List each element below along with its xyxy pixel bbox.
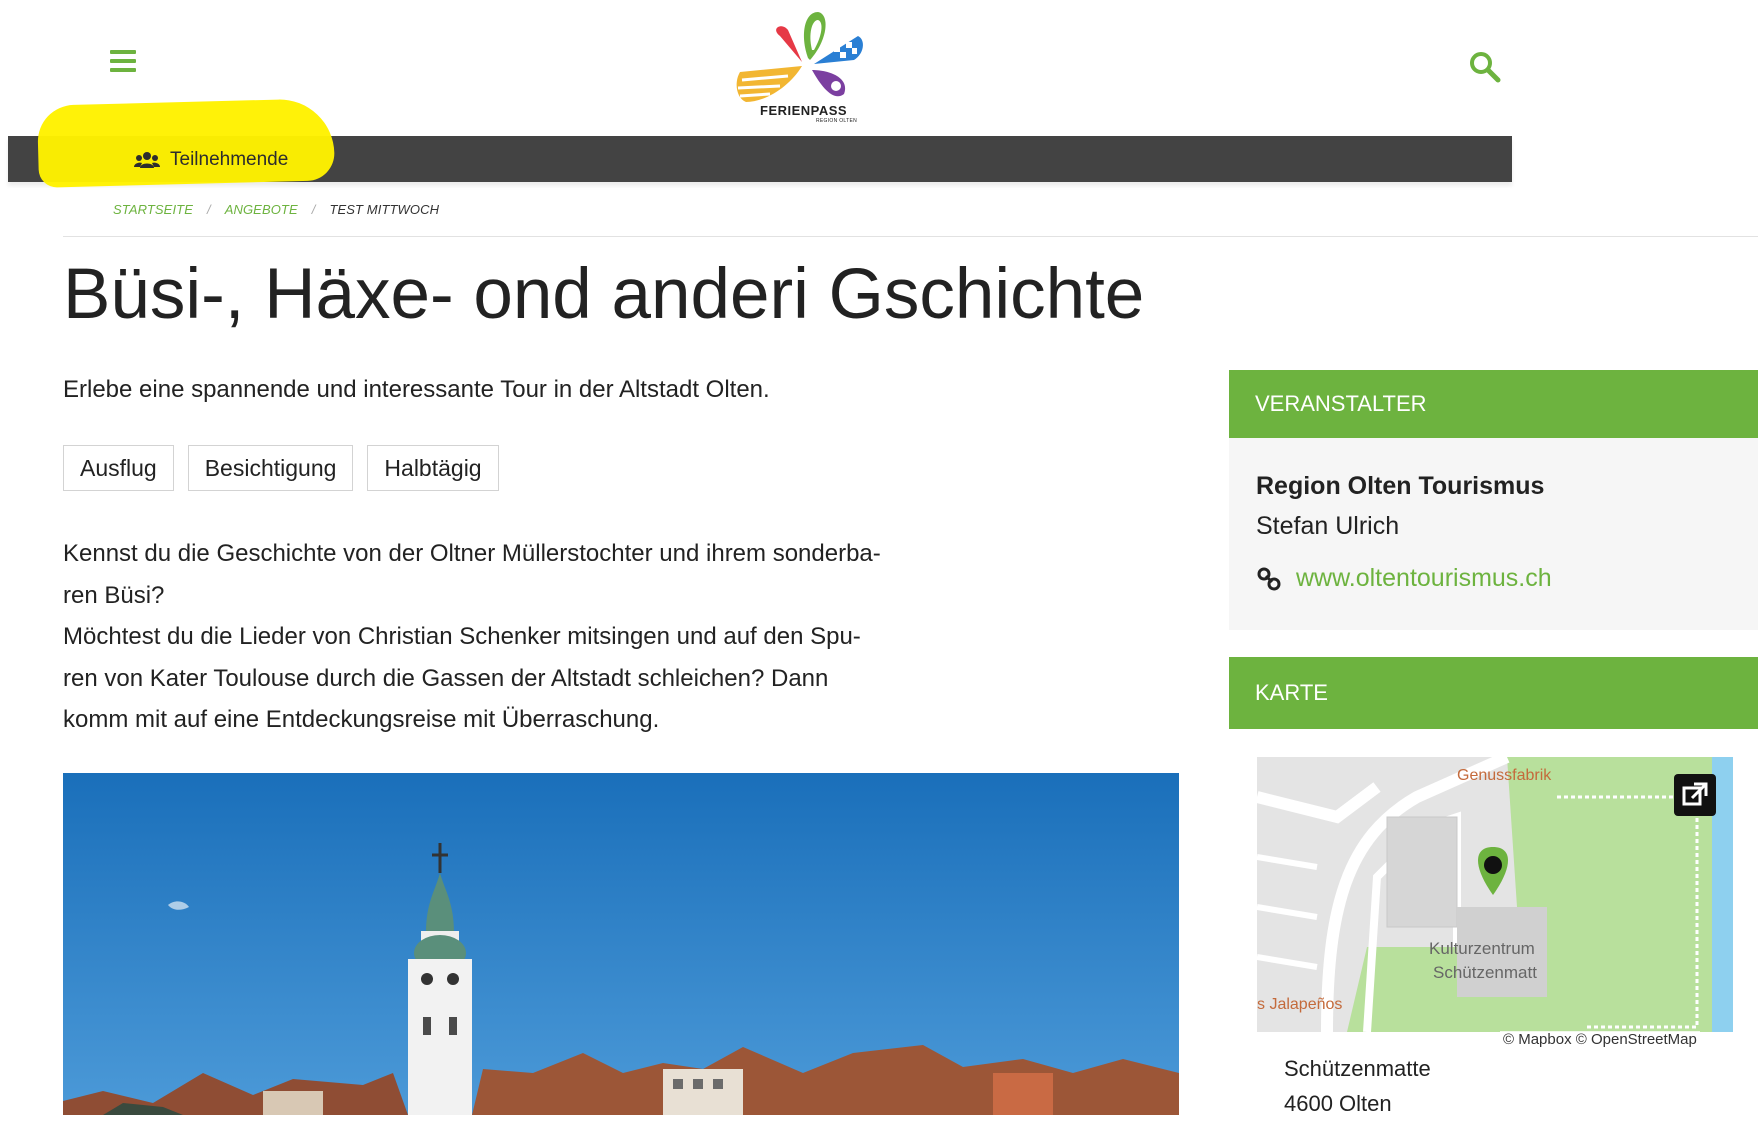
breadcrumb-home[interactable]: STARTSEITE: [113, 202, 193, 217]
tag-besichtigung[interactable]: Besichtigung: [187, 445, 354, 491]
organizer-heading: VERANSTALTER: [1229, 370, 1758, 438]
address-line-1: Schützenmatte: [1284, 1056, 1431, 1081]
map-heading: KARTE: [1229, 657, 1758, 729]
offer-description: Kennst du die Geschichte von der Oltner …: [63, 533, 1013, 741]
divider: [63, 236, 1758, 237]
breadcrumb-separator: /: [206, 202, 211, 217]
organizer-website-link[interactable]: www.oltentourismus.ch: [1256, 564, 1552, 593]
offer-hero-image: [63, 773, 1179, 1115]
logo-subtext: REGION OLTEN: [816, 118, 858, 124]
users-icon: [134, 152, 160, 168]
description-line: komm mit auf eine Entdeckungsreise mit Ü…: [63, 706, 660, 733]
nav-item-participants[interactable]: Teilnehmende: [134, 148, 288, 172]
address-line-2: 4600 Olten: [1284, 1091, 1392, 1116]
location-map[interactable]: Genussfabrik Kulturzentrum Schützenmatt …: [1257, 757, 1733, 1032]
tag-ausflug[interactable]: Ausflug: [63, 445, 174, 491]
nav-item-label: Teilnehmende: [170, 149, 289, 170]
menu-button[interactable]: [110, 50, 140, 76]
description-line: Möchtest du die Lieder von Christian Sch…: [63, 623, 861, 650]
description-line: ren Büsi?: [63, 581, 165, 609]
organizer-website: www.oltentourismus.ch: [1296, 564, 1552, 592]
menu-line: [110, 68, 136, 72]
map-label: Genussfabrik: [1457, 767, 1552, 784]
link-icon: [1257, 567, 1281, 590]
map-label: Kulturzentrum: [1429, 939, 1535, 958]
map-label: Schützenmatt: [1433, 963, 1537, 982]
offer-lead: Erlebe eine spannende und interessante T…: [63, 376, 770, 403]
tag-halbtaegig[interactable]: Halbtägig: [367, 445, 499, 491]
map-label: s Jalapeños: [1257, 996, 1342, 1013]
breadcrumb-offers[interactable]: ANGEBOTE: [225, 202, 298, 217]
map-attribution[interactable]: © Mapbox © OpenStreetMap: [1500, 1031, 1700, 1048]
breadcrumb: STARTSEITE / ANGEBOTE / TEST MITTWOCH: [113, 202, 439, 217]
tag-list: Ausflug Besichtigung Halbtägig: [63, 445, 499, 491]
organizer-contact: Stefan Ulrich: [1256, 512, 1400, 540]
description-line: ren von Kater Toulouse durch die Gassen …: [63, 664, 829, 692]
menu-line: [110, 59, 136, 63]
description-line: Kennst du die Geschichte von der Oltner …: [63, 540, 881, 567]
organizer-name: Region Olten Tourismus: [1256, 472, 1545, 500]
search-icon[interactable]: [1468, 50, 1502, 84]
highlight-marker: [36, 98, 336, 188]
hamburger-menu-icon: [110, 50, 136, 54]
logo-text: FERIENPASS: [760, 103, 848, 118]
breadcrumb-current: TEST MITTWOCH: [329, 202, 440, 217]
page-title: Büsi-, Häxe- ond anderi Gschichte: [63, 255, 1145, 334]
breadcrumb-separator: /: [311, 202, 316, 217]
organizer-panel: VERANSTALTER Region Olten Tourismus Stef…: [1229, 370, 1758, 630]
external-link-icon[interactable]: [1674, 774, 1716, 816]
